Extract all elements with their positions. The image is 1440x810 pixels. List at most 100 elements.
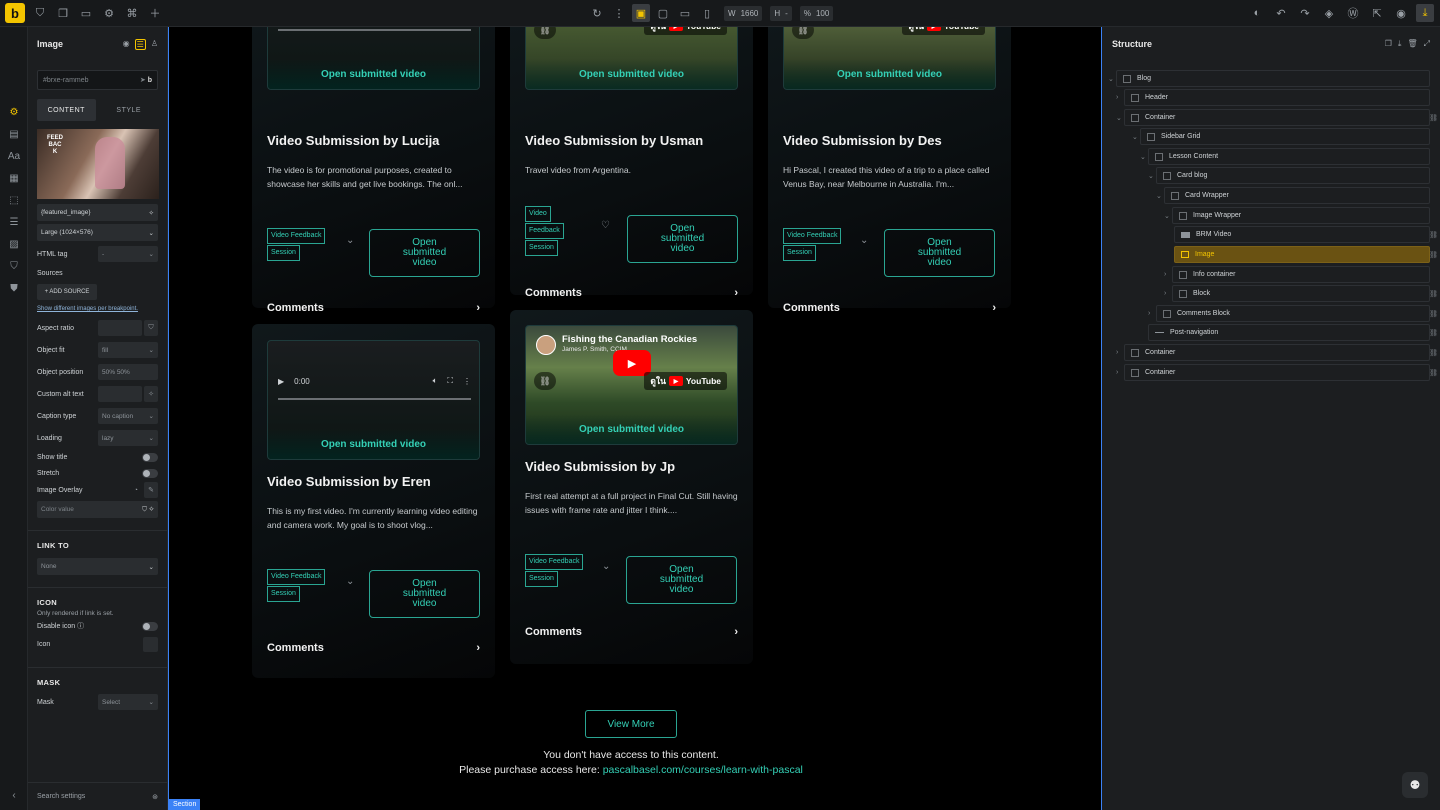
- desktop-breakpoint-icon[interactable]: ▣: [632, 4, 650, 22]
- youtube-video-title[interactable]: Fishing the Canadian Rockies: [562, 334, 697, 345]
- video-feedback-tag[interactable]: Video Feedback Session: [525, 206, 564, 257]
- chevron-right-icon[interactable]: ›: [1116, 94, 1118, 101]
- laptop-breakpoint-icon[interactable]: ▢: [654, 4, 672, 22]
- tree-item-card-blog[interactable]: ⌄ Card blog: [1148, 167, 1430, 184]
- chevron-down-icon[interactable]: ⌄: [860, 235, 868, 246]
- external-link-icon[interactable]: ⇱: [1368, 4, 1386, 22]
- video-feedback-tag[interactable]: Video Feedback Session: [783, 228, 842, 262]
- caption-type-select[interactable]: No caption ⌄: [98, 408, 158, 424]
- chevron-right-icon[interactable]: ›: [1116, 349, 1118, 356]
- video-feedback-tag[interactable]: Video Feedback Session: [525, 554, 584, 588]
- mask-heading[interactable]: MASK: [37, 668, 158, 687]
- link-to-select[interactable]: None ⌄: [37, 558, 158, 575]
- clipboard-icon[interactable]: ❐: [1385, 39, 1392, 49]
- loading-select[interactable]: lazy ⌄: [98, 430, 158, 446]
- tree-item-sidebar-grid[interactable]: ⌄ Sidebar Grid: [1132, 128, 1430, 145]
- chevron-down-icon[interactable]: ⌄: [346, 576, 354, 587]
- link-icon[interactable]: ⛓: [1429, 310, 1438, 318]
- contrast-icon[interactable]: ◐: [1248, 4, 1266, 22]
- link-icon[interactable]: ⛓: [1429, 329, 1438, 337]
- chevron-right-icon[interactable]: ›: [1164, 290, 1166, 297]
- database-icon[interactable]: ☰: [134, 38, 146, 50]
- tree-item-lesson-content[interactable]: ⌄ Lesson Content: [1140, 148, 1430, 165]
- image-size-select[interactable]: Large (1024×576) ⌄: [37, 224, 158, 241]
- purchase-link[interactable]: pascalbasel.com/courses/learn-with-pasca…: [603, 764, 803, 776]
- stretch-toggle[interactable]: [142, 468, 158, 478]
- tree-item-image[interactable]: Image ⛓: [1174, 246, 1438, 263]
- tablet-breakpoint-icon[interactable]: ▭: [676, 4, 694, 22]
- paint-icon[interactable]: ✎: [144, 482, 158, 498]
- tree-item-header[interactable]: › Header: [1116, 89, 1430, 106]
- open-submitted-video-button[interactable]: Open submitted video: [884, 229, 995, 277]
- shield-icon[interactable]: ⛉: [0, 255, 28, 277]
- more-vertical-icon[interactable]: ⋮: [610, 4, 628, 22]
- link-icon[interactable]: ⛓: [792, 27, 814, 39]
- youtube-logo[interactable]: ดูใน▶YouTube: [644, 27, 727, 35]
- tree-item-container[interactable]: › Container ⛓: [1116, 344, 1438, 361]
- width-field[interactable]: W 1660: [724, 5, 763, 21]
- mobile-breakpoint-icon[interactable]: ▯: [698, 4, 716, 22]
- disable-icon-toggle[interactable]: [142, 621, 158, 631]
- link-icon[interactable]: ⛓: [1429, 251, 1438, 259]
- plus-icon[interactable]: ＋: [147, 5, 163, 21]
- comments-toggle[interactable]: Comments ›: [525, 287, 738, 299]
- video-player[interactable]: ▶ 0:00 🔈︎ ⛶ ⋮ Open submitted video: [267, 340, 480, 460]
- icon-heading[interactable]: ICON: [37, 588, 158, 607]
- grid-icon[interactable]: ▦: [0, 167, 28, 189]
- refresh-icon[interactable]: ↻: [588, 4, 606, 22]
- more-vertical-icon[interactable]: ⋮: [463, 377, 471, 386]
- open-submitted-video-button[interactable]: Open submitted video: [626, 556, 737, 604]
- shield-icon[interactable]: ⛉: [32, 5, 48, 21]
- image-icon[interactable]: ▨: [0, 233, 28, 255]
- wordpress-icon[interactable]: Ⓦ: [1344, 4, 1362, 22]
- typography-icon[interactable]: Aa: [0, 145, 28, 167]
- chevron-right-icon[interactable]: ›: [1164, 271, 1166, 278]
- youtube-logo[interactable]: ดูใน▶YouTube: [644, 372, 727, 390]
- open-submitted-video-button[interactable]: Open submitted video: [369, 570, 480, 618]
- youtube-embed[interactable]: Fishing the Canadian Rockies James P. Sm…: [525, 325, 738, 445]
- chevron-down-icon[interactable]: ⌄: [1116, 114, 1122, 122]
- layers-icon[interactable]: ◈: [1320, 4, 1338, 22]
- expand-icon[interactable]: ⤢: [1424, 39, 1430, 49]
- icon-picker[interactable]: [143, 636, 158, 652]
- youtube-logo[interactable]: ดูใน▶YouTube: [902, 27, 985, 35]
- video-feedback-tag[interactable]: Video Feedback Session: [267, 228, 326, 262]
- link-icon[interactable]: ⛓: [534, 372, 556, 390]
- cursor-icon[interactable]: ➤: [140, 77, 146, 84]
- link-icon[interactable]: ⛓: [534, 27, 556, 39]
- play-icon[interactable]: ▶: [278, 377, 284, 386]
- open-submitted-video-link[interactable]: Open submitted video: [526, 59, 737, 89]
- command-icon[interactable]: ⌘: [124, 5, 140, 21]
- tab-style[interactable]: STYLE: [100, 99, 159, 121]
- image-source-field[interactable]: {featured_image} ✧: [37, 204, 158, 221]
- video-embed[interactable]: ⛓ ดูใน▶YouTube Open submitted video: [783, 27, 996, 90]
- tree-item-card-wrapper[interactable]: ⌄ Card Wrapper: [1156, 187, 1430, 204]
- tree-item-container[interactable]: › Container ⛓: [1116, 364, 1438, 381]
- tree-item-block[interactable]: › Block ⛓: [1164, 285, 1438, 302]
- player-progress[interactable]: [278, 398, 471, 400]
- video-embed[interactable]: Open submitted video: [267, 27, 480, 90]
- trash-icon[interactable]: 🗑︎: [1407, 39, 1417, 49]
- image-preview-thumbnail[interactable]: FEEDBACK: [37, 129, 159, 199]
- chevron-down-icon[interactable]: ⌄: [1108, 75, 1114, 83]
- shield-icon[interactable]: ⛉: [142, 506, 147, 513]
- redo-icon[interactable]: ↷: [1296, 4, 1314, 22]
- layout-icon[interactable]: ▤: [0, 123, 28, 145]
- channel-avatar[interactable]: [536, 335, 556, 355]
- badge-icon[interactable]: ⛊: [0, 277, 28, 299]
- show-title-toggle[interactable]: [142, 452, 158, 462]
- dynamic-data-icon[interactable]: ✧: [149, 209, 154, 217]
- bricks-logo[interactable]: b: [5, 3, 25, 23]
- height-field[interactable]: H-: [770, 5, 792, 21]
- bricks-class-icon[interactable]: b: [148, 77, 152, 84]
- fullscreen-icon[interactable]: ⛶: [447, 376, 453, 386]
- dynamic-data-icon[interactable]: ✧: [144, 386, 158, 402]
- search-settings-field[interactable]: Search settings ⊛: [28, 782, 167, 810]
- pages-icon[interactable]: ❐: [55, 5, 71, 21]
- download-icon[interactable]: ⤓: [1398, 39, 1402, 49]
- open-submitted-video-link[interactable]: Open submitted video: [268, 59, 479, 89]
- collapse-panel-icon[interactable]: ‹: [0, 784, 28, 806]
- comments-toggle[interactable]: Comments ›: [783, 302, 996, 314]
- chevron-right-icon[interactable]: ›: [1148, 310, 1150, 317]
- undo-icon[interactable]: ↶: [1272, 4, 1290, 22]
